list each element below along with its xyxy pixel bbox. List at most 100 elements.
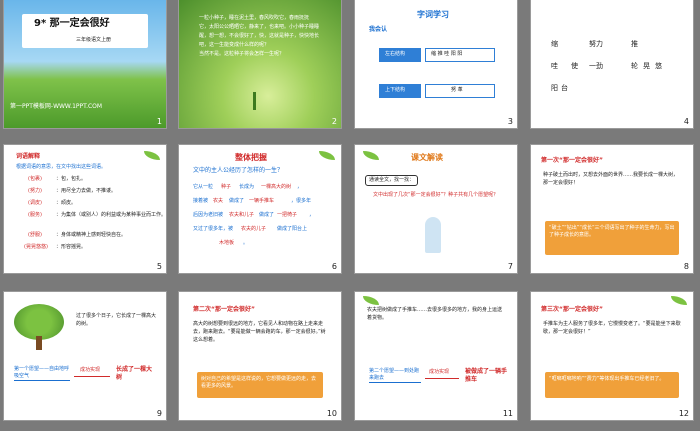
- caption-text: 过了很多个日子，它长成了一棵高大的树。: [76, 313, 157, 327]
- leaf-decoration: [363, 296, 379, 305]
- text-fragment: 接着被: [193, 198, 209, 204]
- slide-number: 4: [683, 117, 689, 126]
- answer-blank: 农夫: [213, 198, 224, 204]
- text-fragment: 它从一粒: [193, 184, 214, 190]
- slide-title: 课文解读: [411, 153, 443, 162]
- slide-3[interactable]: 字词学习 我会认 左右结构 缩 推 哇 阳 阳 上下结构 努 革 3: [355, 0, 517, 128]
- slide-number: 3: [507, 117, 513, 126]
- section-heading: 第一次“那一定会很好”: [541, 157, 603, 164]
- section-heading: 第二次“那一定会很好”: [193, 306, 255, 313]
- vocab-word: (晃晃悠悠): [24, 244, 48, 250]
- slide-7[interactable]: 课文解读 通读全文，找一找： 文中出现了几次“那一定会很好”？种子共有几个愿望呢…: [355, 145, 517, 273]
- slide-10[interactable]: 第二次“那一定会很好” 高大的树想要到很远的地方，它看见人和动物在路上走来走去，…: [179, 292, 341, 420]
- text-fragment: 做成了: [229, 198, 245, 204]
- note-text: “破土”“钻出”“成长”三个词语写出了种子的生命力，写出了种子成长的意愿。: [549, 225, 675, 238]
- text-fragment: 做成了: [259, 212, 275, 218]
- word: 哇: [551, 62, 558, 70]
- slide-number: 11: [502, 409, 513, 418]
- wish-label: 第一个愿望——自由地呼吸空气: [14, 366, 70, 381]
- word: 晃: [643, 62, 650, 70]
- text-fragment: 做成了阳台上: [277, 226, 308, 232]
- word: 一劲: [589, 62, 603, 70]
- body-text: 种子破土而出时，又想去外面的世界……我要长成一棵大树，那一定会很好！: [543, 172, 679, 186]
- leaf-decoration: [363, 151, 379, 160]
- text-fragment: 长成为: [239, 184, 255, 190]
- vocab-meaning: ：包，包扎。: [56, 176, 87, 182]
- row-label: 左右结构: [385, 51, 406, 57]
- vocab-word: (服务): [28, 212, 42, 218]
- slide-12[interactable]: 第三次“那一定会很好” 手推车为主人服务了很多年，它慢慢变老了。“要是能坐下来歇…: [531, 292, 693, 420]
- slide-grid: 9* 那一定会很好 三年级语文上册 第一PPT模板网-WWW.1PPT.COM …: [0, 0, 700, 431]
- answer-blank: 一辆手推车: [249, 198, 275, 204]
- row-chars: 努 革: [451, 87, 463, 93]
- sprout-icon: [253, 92, 256, 110]
- slide-subtitle: 三年级语文上册: [76, 37, 112, 43]
- slide-title: 9* 那一定会很好: [34, 18, 110, 29]
- text-line-3: 醒，想一想，不会很好了，快，这就是种子，快快地长: [199, 33, 320, 39]
- text-fragment: 后因为老旧被: [193, 212, 224, 218]
- body-text: 手推车为主人服务了很多年，它慢慢变老了。“要是能坐下来歇歇，那一定会很好！”: [543, 321, 681, 335]
- arrow-line: [74, 376, 110, 377]
- slide-5[interactable]: 词语解释 根据词语的意思，在文中找出这些词语。 (包裹) ：包，包扎。 (努力)…: [4, 145, 166, 273]
- text-fragment: 又过了很多年，被: [193, 226, 234, 232]
- text-fragment: ，很多年: [291, 198, 312, 204]
- slide-4[interactable]: 缩 努力 推 哇 使 一劲 轮 晃 悠 阳 台 4: [531, 0, 693, 128]
- vocab-meaning: ：为集体（或别人）的利益或为某种事业而工作。: [56, 212, 166, 218]
- vocab-meaning: ：用尽全力去做，不推诿。: [56, 188, 117, 194]
- slide-footer: 第一PPT模板网-WWW.1PPT.COM: [10, 103, 103, 110]
- slide-6[interactable]: 整体把握 文中的主人公经历了怎样的一生？ 它从一粒 种子 长成为 一棵高大的树 …: [179, 145, 341, 273]
- text-line-2: 它，太阳公公晒晒它，静来了，也来吧。小小种子睡睡: [199, 24, 320, 30]
- slide-9[interactable]: 过了很多个日子，它长成了一棵高大的树。 第一个愿望——自由地呼吸空气 成功实现 …: [4, 292, 166, 420]
- vocab-word: (包裹): [28, 176, 42, 182]
- slide-11[interactable]: 农夫把树做成了手推车……去很多很多的地方，我的身上运送着货物。 第二个愿望——到…: [355, 292, 517, 420]
- slide-number: 6: [331, 262, 337, 271]
- answer-blank: 农夫和儿子: [229, 212, 255, 218]
- note-text: “哐啷哐啷地响”“费力”等体现出手推车已经老旧了。: [549, 376, 665, 382]
- answer-blank: 种子: [221, 184, 232, 190]
- leaf-decoration: [144, 151, 160, 160]
- leaf-decoration: [319, 151, 335, 160]
- slide-1[interactable]: 9* 那一定会很好 三年级语文上册 第一PPT模板网-WWW.1PPT.COM …: [4, 0, 166, 128]
- word: 努力: [589, 40, 603, 48]
- slide-number: 8: [683, 262, 689, 271]
- answer-blank: 一棵高大的树: [261, 184, 292, 190]
- leaf-decoration: [671, 296, 687, 305]
- text-line-1: 一粒小种子，睡在泥土里，春风吹吹它，春雨抚抚: [199, 15, 310, 21]
- word: 阳: [551, 84, 558, 92]
- slide-number: 5: [156, 262, 162, 271]
- slide-number: 1: [156, 117, 162, 126]
- slide-number: 9: [156, 409, 162, 418]
- vocab-word: (舒服): [28, 232, 42, 238]
- answer-blank: 木地板: [219, 240, 235, 246]
- slide-number: 2: [331, 117, 337, 126]
- answer-blank: 农夫的儿子: [241, 226, 267, 232]
- slide-number: 10: [326, 409, 337, 418]
- arrow-label: 成功实现: [429, 369, 450, 375]
- wish-label: 第二个愿望——到处跑来跑去: [369, 368, 421, 383]
- text-fragment: 。: [243, 240, 249, 246]
- answer-blank: 一把椅子: [277, 212, 298, 218]
- body-text: 高大的树想要到很远的地方，它看见人和动物在路上走来走去，跑来跑去。“要是能做一辆…: [193, 321, 326, 343]
- word: 台: [561, 84, 568, 92]
- intro-text: 根据词语的意思，在文中找出这些词语。: [16, 164, 107, 170]
- word: 悠: [655, 62, 662, 70]
- slide-2[interactable]: 一粒小种子，睡在泥土里，春风吹吹它，春雨抚抚 它，太阳公公晒晒它，静来了，也来吧…: [179, 0, 341, 128]
- body-text: 农夫把树做成了手推车……去很多很多的地方，我的身上运送着货物。: [367, 307, 503, 321]
- arrow-label: 成功实现: [80, 367, 101, 373]
- question-text: 文中的主人公经历了怎样的一生？: [193, 167, 284, 174]
- section-heading: 词语解释: [16, 153, 41, 160]
- row-chars: 缩 推 哇 阳 阳: [431, 51, 463, 57]
- slide-title: 整体把握: [235, 153, 267, 162]
- row-label: 上下结构: [385, 87, 406, 93]
- text-fragment: ，: [309, 212, 315, 218]
- text-fragment: ，: [297, 184, 303, 190]
- slide-title: 字词学习: [417, 10, 449, 19]
- text-line-4: 吧，这一生能变成什么样的呢？: [199, 42, 270, 48]
- note-text: 树对自己的希望是这样说的，它想要做更远的走，去看更多的风景。: [201, 376, 317, 389]
- vocab-word: (努力): [28, 188, 42, 194]
- vocab-word: (调皮): [28, 200, 42, 206]
- slide-8[interactable]: 第一次“那一定会很好” 种子破土而出时，又想去外面的世界……我要长成一棵大树，那…: [531, 145, 693, 273]
- word: 轮: [631, 62, 638, 70]
- question-text: 文中出现了几次“那一定会很好”？种子共有几个愿望呢？: [373, 192, 499, 198]
- result-label: 长成了一棵大树: [116, 366, 153, 381]
